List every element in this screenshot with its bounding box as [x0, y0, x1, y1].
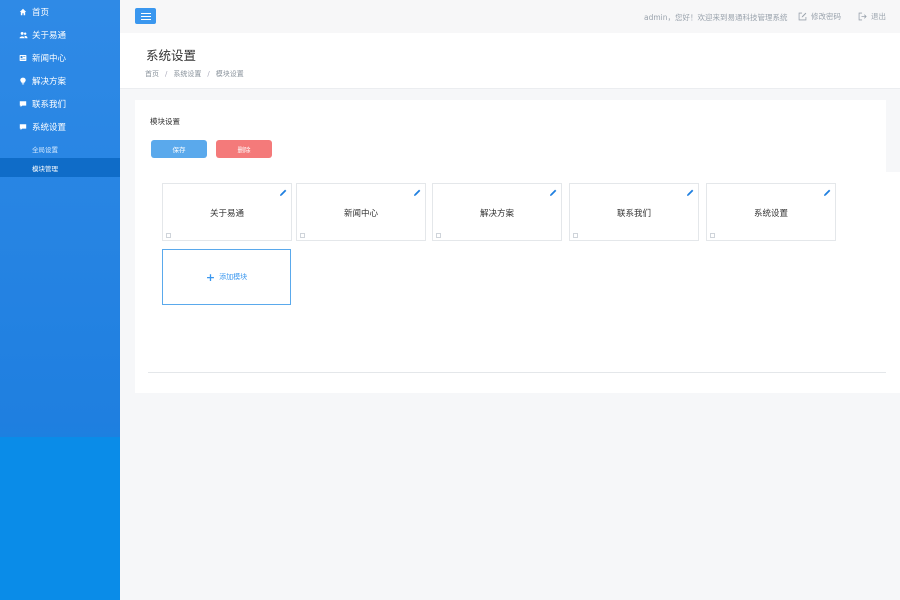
sidebar: 首页 关于易通 新闻中心 解决方案 联系我们 系统设置 全局设置 模块管理 [0, 0, 120, 600]
plus-icon: + [205, 270, 216, 284]
panel-title: 模块设置 [150, 117, 180, 126]
sidebar-footer [0, 437, 120, 600]
news-icon [19, 54, 32, 62]
pencil-icon[interactable] [412, 188, 421, 197]
sidebar-item-label: 解决方案 [32, 76, 67, 87]
edit-icon [798, 12, 807, 21]
pencil-icon[interactable] [278, 188, 287, 197]
sidebar-item-label: 新闻中心 [32, 53, 67, 64]
breadcrumb: 首页 / 系统设置 / 模块设置 [145, 69, 244, 79]
breadcrumb-home[interactable]: 首页 [145, 70, 159, 78]
sidebar-item-label: 系统设置 [32, 122, 67, 133]
change-password-link[interactable]: 修改密码 [798, 11, 841, 22]
module-checkbox[interactable] [573, 233, 578, 238]
pencil-icon[interactable] [822, 188, 831, 197]
page-title: 系统设置 [146, 48, 197, 63]
divider [148, 372, 899, 373]
module-card[interactable]: 关于易通 [162, 183, 292, 241]
add-module-button[interactable]: + 添加模块 [162, 249, 291, 305]
module-checkbox[interactable] [300, 233, 305, 238]
module-checkbox[interactable] [166, 233, 171, 238]
sidebar-item-solutions[interactable]: 解决方案 [0, 69, 120, 92]
chat-icon [19, 100, 32, 108]
users-icon [19, 31, 32, 39]
module-card[interactable]: 联系我们 [569, 183, 699, 241]
logout-icon [858, 12, 867, 21]
module-settings-panel: 模块设置 保存 删除 关于易通 新闻中心 解决方案 联系我们 系统设置 + 添加… [135, 100, 899, 393]
welcome-text: admin，您好！欢迎来到易通科技管理系统 [644, 13, 788, 22]
add-module-label: 添加模块 [219, 273, 248, 281]
logout-label: 退出 [871, 12, 886, 21]
sidebar-item-about[interactable]: 关于易通 [0, 23, 120, 46]
change-password-label: 修改密码 [811, 12, 841, 21]
lightbulb-icon [19, 77, 32, 85]
module-name: 新闻中心 [343, 209, 378, 219]
module-card[interactable]: 系统设置 [706, 183, 836, 241]
hamburger-icon-line [140, 15, 151, 17]
chat-icon [19, 123, 32, 131]
module-checkbox[interactable] [436, 233, 441, 238]
sidebar-item-label: 联系我们 [32, 99, 67, 110]
top-header: admin，您好！欢迎来到易通科技管理系统 修改密码 退出 [120, 0, 900, 33]
menu-toggle-button[interactable] [135, 8, 156, 24]
module-name: 解决方案 [479, 209, 514, 219]
module-checkbox[interactable] [710, 233, 715, 238]
page-header: 系统设置 首页 / 系统设置 / 模块设置 [120, 33, 900, 89]
pencil-icon[interactable] [548, 188, 557, 197]
delete-button[interactable]: 删除 [216, 140, 272, 158]
home-icon [19, 8, 32, 16]
hamburger-icon-line [140, 18, 151, 20]
breadcrumb-settings[interactable]: 系统设置 [173, 70, 201, 78]
sidebar-item-label: 首页 [32, 7, 50, 18]
module-card[interactable]: 新闻中心 [296, 183, 426, 241]
module-name: 系统设置 [753, 209, 788, 219]
hamburger-icon [140, 12, 151, 14]
breadcrumb-current: 模块设置 [215, 70, 244, 78]
sidebar-subitem-label: 全局设置 [32, 145, 58, 154]
pencil-icon[interactable] [685, 188, 694, 197]
logout-link[interactable]: 退出 [858, 11, 886, 22]
sidebar-subitem-label: 模块管理 [32, 164, 58, 173]
module-name: 联系我们 [616, 209, 651, 219]
sidebar-item-news[interactable]: 新闻中心 [0, 46, 120, 69]
panel-extension [886, 172, 900, 393]
sidebar-item-contact[interactable]: 联系我们 [0, 92, 120, 115]
module-name: 关于易通 [209, 209, 244, 219]
sidebar-item-label: 关于易通 [32, 30, 67, 41]
sidebar-subitem-global-settings[interactable]: 全局设置 [0, 139, 120, 158]
module-card[interactable]: 解决方案 [432, 183, 562, 241]
sidebar-item-home[interactable]: 首页 [0, 0, 120, 23]
breadcrumb-separator: / [207, 70, 210, 78]
save-button[interactable]: 保存 [151, 140, 207, 158]
sidebar-item-settings[interactable]: 系统设置 [0, 115, 120, 138]
sidebar-subitem-module-management[interactable]: 模块管理 [0, 158, 120, 177]
breadcrumb-separator: / [165, 70, 168, 78]
